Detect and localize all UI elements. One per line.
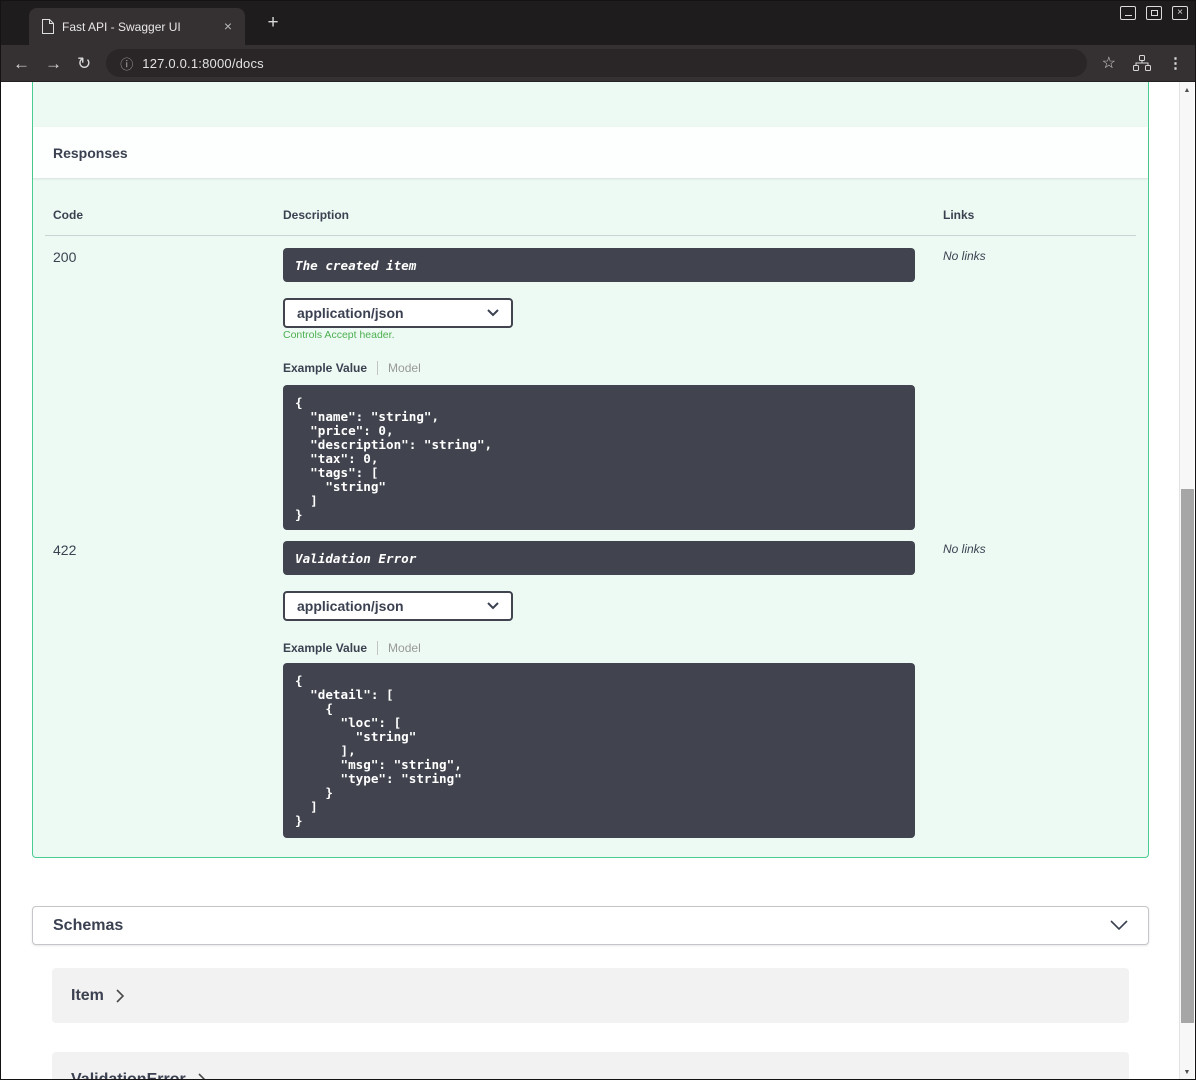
response-links-200: No links [943, 249, 986, 263]
tab-example-value[interactable]: Example Value [283, 361, 377, 375]
tab-title: Fast API - Swagger UI [62, 19, 181, 34]
tab-model[interactable]: Model [377, 641, 421, 655]
response-code-200: 200 [53, 249, 77, 265]
browser-tab[interactable]: Fast API - Swagger UI × [29, 8, 245, 45]
titlebar: Fast API - Swagger UI × + × [1, 1, 1195, 45]
schema-model-item[interactable]: Item [52, 968, 1129, 1023]
response-code-422: 422 [53, 542, 77, 558]
page-favicon-icon [41, 19, 54, 34]
url-text: 127.0.0.1:8000/docs [142, 55, 264, 71]
close-button[interactable]: × [1172, 6, 1188, 20]
chevron-down-icon [487, 309, 499, 317]
bookmark-star-icon[interactable]: ☆ [1102, 53, 1116, 73]
column-header-code: Code [53, 208, 83, 222]
chevron-right-icon [198, 1072, 206, 1079]
window-controls: × [1120, 6, 1188, 20]
post-endpoint-panel: Responses Code Description Links 200 The… [32, 82, 1149, 858]
minimize-button[interactable] [1120, 6, 1136, 20]
tab-example-value[interactable]: Example Value [283, 641, 377, 655]
example-model-tabs-200: Example Value Model [283, 361, 421, 375]
chevron-down-icon[interactable] [1110, 920, 1128, 931]
schema-model-validationerror[interactable]: ValidationError [52, 1052, 1129, 1080]
responses-title: Responses [53, 144, 128, 161]
scrollbar-thumb[interactable] [1181, 489, 1194, 1023]
table-header-divider [45, 235, 1136, 236]
swagger-page: Responses Code Description Links 200 The… [1, 82, 1182, 1080]
new-tab-button[interactable]: + [261, 12, 285, 36]
example-json-422: { "detail": [ { "loc": [ "string" ], "ms… [283, 663, 915, 838]
example-json-200: { "name": "string", "price": 0, "descrip… [283, 385, 915, 530]
scroll-down-icon[interactable]: ▼ [1180, 1064, 1194, 1079]
site-info-icon[interactable]: ⓘ [120, 54, 133, 73]
column-header-description: Description [283, 208, 350, 222]
sitemap-icon[interactable] [1133, 55, 1151, 71]
vertical-scrollbar[interactable]: ▲ ▼ [1179, 82, 1194, 1079]
media-type-value: application/json [297, 305, 404, 321]
schemas-section-header[interactable]: Schemas [32, 906, 1149, 945]
scroll-up-icon[interactable]: ▲ [1180, 82, 1194, 98]
browser-menu-icon[interactable]: ⋮ [1168, 54, 1183, 72]
response-description-200: The created item [283, 248, 915, 282]
model-name: Item [71, 986, 104, 1004]
column-header-links: Links [943, 208, 975, 222]
back-icon[interactable]: ← [13, 55, 30, 72]
tab-model[interactable]: Model [377, 361, 421, 375]
schemas-title: Schemas [53, 916, 124, 934]
media-type-select-422[interactable]: application/json [283, 591, 513, 621]
browser-window: Fast API - Swagger UI × + × ← → ↻ ⓘ 127.… [0, 0, 1196, 1080]
response-description-422: Validation Error [283, 541, 915, 575]
model-name: ValidationError [71, 1070, 186, 1080]
responses-section-header: Responses [33, 127, 1148, 178]
chevron-down-icon [487, 602, 499, 610]
response-links-422: No links [943, 542, 986, 556]
media-type-value: application/json [297, 598, 404, 614]
toolbar-right: ☆ ⋮ [1102, 53, 1183, 73]
tab-close-icon[interactable]: × [219, 18, 237, 36]
chevron-right-icon [116, 988, 124, 1003]
example-model-tabs-422: Example Value Model [283, 641, 421, 655]
forward-icon[interactable]: → [45, 55, 62, 72]
address-bar[interactable]: ⓘ 127.0.0.1:8000/docs [106, 49, 1087, 77]
maximize-button[interactable] [1146, 6, 1162, 20]
accept-header-note: Controls Accept header. [283, 329, 395, 341]
reload-icon[interactable]: ↻ [77, 55, 91, 72]
media-type-select-200[interactable]: application/json [283, 298, 513, 328]
browser-toolbar: ← → ↻ ⓘ 127.0.0.1:8000/docs ☆ ⋮ [1, 45, 1195, 82]
